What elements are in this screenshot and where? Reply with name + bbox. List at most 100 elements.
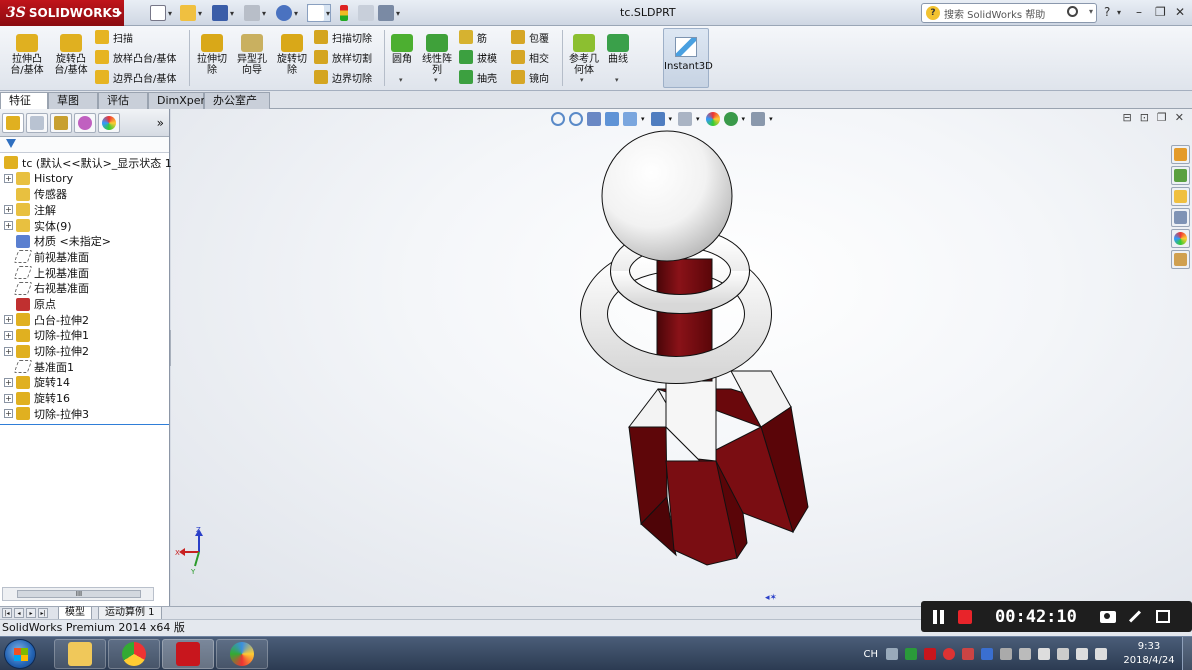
featuremanager-tab[interactable] [2, 113, 24, 133]
stop-icon[interactable] [958, 609, 972, 624]
curves-button[interactable]: 曲线 [605, 34, 631, 65]
lofted-cut-button[interactable]: 放样切割 [314, 49, 372, 65]
menu-arrow-icon[interactable] [117, 9, 122, 17]
first-tab-icon[interactable]: |◂ [2, 608, 12, 618]
chevron-down-icon[interactable]: ▾ [326, 9, 330, 18]
print-button[interactable]: ▾ [244, 4, 266, 22]
volume-icon[interactable] [1095, 648, 1107, 660]
draft-button[interactable]: 拔模 [459, 49, 497, 65]
reference-geometry-button[interactable]: 参考几 何体 [566, 34, 602, 76]
tree-item[interactable]: + 注解 [0, 202, 169, 218]
sweep-button[interactable]: 扫描 [95, 29, 133, 45]
tray-app-icon[interactable] [962, 648, 974, 660]
chevron-down-icon[interactable]: ▾ [434, 76, 438, 84]
tray-device-icon[interactable] [1000, 648, 1012, 660]
bluetooth-icon[interactable] [981, 648, 993, 660]
expand-icon[interactable]: + [4, 346, 13, 356]
sphere[interactable] [601, 130, 733, 262]
tree-item[interactable]: + 实体(9) [0, 218, 169, 234]
more-tabs-icon[interactable]: » [157, 116, 164, 130]
expand-icon[interactable]: + [4, 377, 13, 387]
chevron-down-icon[interactable]: ▾ [1117, 8, 1121, 17]
extruded-boss-button[interactable]: 拉伸凸 台/基体 [8, 34, 46, 76]
hole-wizard-button[interactable]: 异型孔 向导 [234, 34, 270, 76]
chevron-down-icon[interactable]: ▾ [580, 76, 584, 84]
pen-icon[interactable] [1128, 610, 1141, 623]
tab-dimxpert[interactable]: DimXpert [148, 92, 209, 109]
tree-item[interactable]: + 旋转16 [0, 390, 169, 406]
chevron-down-icon[interactable]: ▾ [396, 9, 400, 18]
linear-pattern-button[interactable]: 线性阵 列 [418, 34, 456, 76]
horizontal-scrollbar[interactable]: III [2, 587, 154, 601]
chevron-down-icon[interactable]: ▾ [1089, 7, 1093, 16]
tree-item[interactable]: 上视基准面 [0, 265, 169, 281]
tray-record-icon[interactable] [943, 648, 955, 660]
fillet-button[interactable]: 圆角 [388, 34, 416, 65]
show-desktop-button[interactable] [1182, 637, 1192, 670]
expand-icon[interactable]: + [4, 393, 13, 403]
rollback-bar[interactable] [0, 423, 169, 425]
tray-network-activity-icon[interactable] [1019, 648, 1031, 660]
expand-icon[interactable]: + [4, 409, 13, 419]
network-icon[interactable] [1076, 648, 1088, 660]
search-icon[interactable] [1067, 6, 1078, 17]
chevron-down-icon[interactable]: ▾ [399, 76, 403, 84]
expand-icon[interactable]: + [4, 315, 13, 325]
rib-button[interactable]: 筋 [459, 29, 487, 45]
restore-button[interactable]: ❐ [1155, 5, 1166, 19]
rebuild-button[interactable] [340, 4, 348, 22]
tree-item[interactable]: 右视基准面 [0, 281, 169, 297]
tree-item[interactable]: + 旋转14 [0, 375, 169, 391]
start-button[interactable] [4, 639, 36, 669]
revolved-cut-button[interactable]: 旋转切 除 [274, 34, 310, 76]
swept-cut-button[interactable]: 扫描切除 [314, 29, 372, 45]
next-tab-icon[interactable]: ▸ [26, 608, 36, 618]
chevron-down-icon[interactable]: ▾ [615, 76, 619, 84]
taskbar-solidworks[interactable] [162, 639, 214, 669]
solidworks-logo[interactable]: 3S SOLIDWORKS [0, 0, 124, 26]
expand-icon[interactable]: + [4, 174, 13, 184]
close-button[interactable]: ✕ [1175, 5, 1185, 19]
tree-item[interactable]: + 切除-拉伸2 [0, 343, 169, 359]
tray-flag-icon[interactable] [1038, 648, 1050, 660]
tree-item[interactable]: + History [0, 171, 169, 187]
feature-filter[interactable] [0, 137, 169, 153]
undo-button[interactable]: ▾ [276, 4, 298, 22]
tree-item[interactable]: 原点 [0, 296, 169, 312]
tab-sketch[interactable]: 草图 [48, 92, 98, 109]
last-tab-icon[interactable]: ▸| [38, 608, 48, 618]
tree-item[interactable]: 基准面1 [0, 359, 169, 375]
instant3d-button[interactable]: Instant3D [663, 28, 713, 88]
pause-icon[interactable] [933, 609, 947, 624]
mirror-button[interactable]: 镜向 [511, 69, 549, 85]
tray-monitor-icon[interactable] [1057, 648, 1069, 660]
taskbar-explorer[interactable] [54, 639, 106, 669]
options-button[interactable]: ▾ [378, 4, 400, 22]
displaymanager-tab[interactable] [98, 113, 120, 133]
revolved-boss-button[interactable]: 旋转凸 台/基体 [52, 34, 90, 76]
tray-ime-icon[interactable] [886, 648, 898, 660]
loft-button[interactable]: 放样凸台/基体 [95, 49, 176, 65]
tree-item[interactable]: 传感器 [0, 186, 169, 202]
minimize-button[interactable]: – [1136, 5, 1142, 19]
configurationmanager-tab[interactable] [50, 113, 72, 133]
shell-button[interactable]: 抽壳 [459, 69, 497, 85]
open-button[interactable]: ▾ [180, 4, 202, 22]
graphics-area[interactable]: ▾ ▾ ▾ ▾ ▾ ⊟ ⊡ ❐ ✕ Z X Y ◂✶ [171, 109, 1192, 606]
tree-item[interactable]: 材质 <未指定> [0, 233, 169, 249]
base-cross[interactable] [627, 370, 809, 566]
scroll-thumb[interactable]: III [17, 590, 141, 598]
chevron-down-icon[interactable]: ▾ [262, 9, 266, 18]
expand-icon[interactable]: + [4, 221, 13, 231]
extruded-cut-button[interactable]: 拉伸切 除 [194, 34, 230, 76]
3d-model[interactable] [171, 109, 1192, 606]
boundary-boss-button[interactable]: 边界凸台/基体 [95, 69, 176, 85]
save-button[interactable]: ▾ [212, 4, 234, 22]
tree-item[interactable]: + 切除-拉伸1 [0, 328, 169, 344]
tree-root-part[interactable]: tc (默认<<默认>_显示状态 1> [0, 155, 181, 171]
dimxpertmanager-tab[interactable] [74, 113, 96, 133]
boundary-cut-button[interactable]: 边界切除 [314, 69, 372, 85]
picture-in-picture-icon[interactable] [1155, 610, 1170, 623]
new-document-button[interactable]: ▾ [150, 4, 172, 22]
taskbar-paint[interactable] [216, 639, 268, 669]
